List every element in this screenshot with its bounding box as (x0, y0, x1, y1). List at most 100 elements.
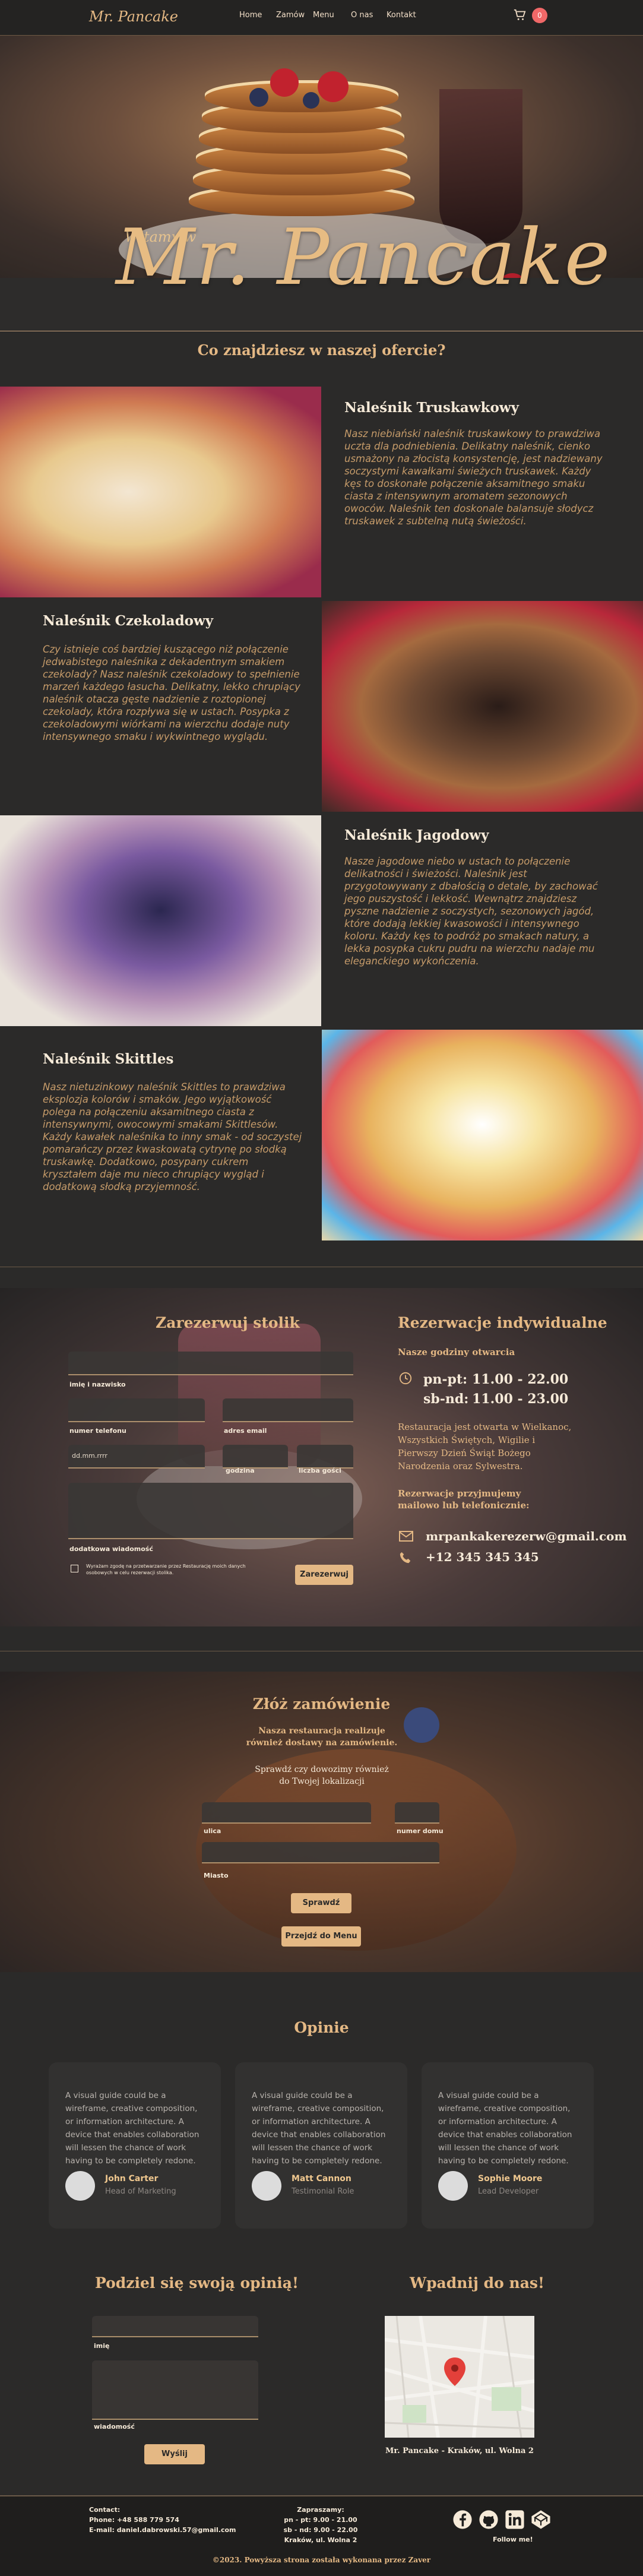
strawberry-decor (318, 71, 349, 102)
visit-us-title: Wpadnij do nas! (410, 2274, 544, 2292)
reservation-phone[interactable]: +12 345 345 345 (426, 1550, 539, 1564)
guests-label: liczba gości (299, 1467, 341, 1474)
cart-count-badge[interactable]: 0 (532, 8, 547, 23)
order-subtitle: Nasza restauracja realizuje również dost… (246, 1726, 398, 1748)
guests-input[interactable] (297, 1445, 353, 1469)
time-input[interactable] (223, 1445, 288, 1469)
chocolate-pancake-image (322, 601, 643, 812)
offer-item-text: Nasz nietuzinkowy naleśnik Skittles to p… (43, 1081, 302, 1192)
offer-title: Co znajdziesz w naszej ofercie? (197, 341, 446, 359)
hours-time: 11.00 - 23.00 (472, 1391, 569, 1407)
email-input[interactable] (223, 1398, 353, 1422)
opinions-title: Opinie (294, 2019, 349, 2036)
name-label: imię i nazwisko (69, 1381, 126, 1388)
time-label: godzina (226, 1467, 255, 1474)
reservation-email[interactable]: mrpankakerezerw@gmail.com (426, 1529, 627, 1543)
hours-time: 11.00 - 22.00 (472, 1372, 569, 1387)
email-label: adres email (224, 1427, 267, 1435)
footer-phone[interactable]: Phone: +48 588 779 574 (89, 2515, 236, 2525)
contact-intro: Rezerwacje przyjmujemy mailowo lub telef… (398, 1488, 530, 1511)
offer-item-text: Czy istnieje coś bardziej kuszącego niż … (43, 644, 300, 742)
reserve-button[interactable]: Zarezerwuj (295, 1565, 353, 1585)
hero-title: Mr. Pancake (116, 212, 612, 302)
testimonial-text: A visual guide could be a wireframe, cre… (252, 2091, 386, 2166)
cart-icon[interactable] (513, 8, 526, 21)
individual-reservations-title: Rezerwacje indywidualne (398, 1314, 607, 1331)
linkedin-icon[interactable] (505, 2509, 525, 2530)
opinion-name-input[interactable] (92, 2316, 258, 2337)
avatar (65, 2171, 95, 2201)
testimonial-name: Sophie Moore (478, 2174, 543, 2183)
street-input[interactable] (202, 1802, 371, 1824)
footer-invite-title: Zapraszamy: (297, 2506, 344, 2514)
github-icon[interactable] (479, 2509, 499, 2530)
offer-item-title: Naleśnik Skittles (43, 1051, 174, 1067)
footer: Contact: Phone: +48 588 779 574 E-mail: … (0, 2495, 643, 2576)
mail-icon (399, 1531, 413, 1542)
nav-link-about[interactable]: O nas (351, 11, 373, 20)
testimonial-name: Matt Cannon (292, 2174, 351, 2183)
top-nav: Mr. Pancake Home Zamów Menu O nas Kontak… (0, 0, 643, 36)
house-number-label: numer domu (397, 1827, 444, 1835)
nav-link-order[interactable]: Zamów (276, 11, 305, 20)
testimonial-role: Head of Marketing (105, 2187, 176, 2196)
offer-item-text: Nasze jagodowe niebo w ustach to połącze… (344, 856, 598, 967)
offer-item-title: Naleśnik Czekoladowy (43, 613, 214, 629)
nav-link-contact[interactable]: Kontakt (387, 11, 416, 20)
order-check-text: Sprawdź czy dowozimy również do Twojej l… (255, 1765, 389, 1786)
facebook-icon[interactable] (452, 2509, 473, 2530)
testimonial-name: John Carter (105, 2174, 159, 2183)
avatar (438, 2171, 468, 2201)
hours-days: pn-pt: (423, 1372, 468, 1387)
opinion-message-label: wiadomość (94, 2423, 135, 2431)
holiday-note: Restauracja jest otwarta w Wielkanoc, Ws… (398, 1422, 572, 1471)
footer-address: Kraków, ul. Wolna 2 (284, 2536, 357, 2544)
footer-contact: Contact: Phone: +48 588 779 574 E-mail: … (89, 2505, 236, 2535)
nav-link-menu[interactable]: Menu (313, 11, 334, 20)
footer-email[interactable]: E-mail: daniel.dabrowski.57@gmail.com (89, 2525, 236, 2535)
testimonial-card: A visual guide could be a wireframe, cre… (49, 2062, 221, 2229)
opinion-name-label: imię (94, 2342, 110, 2350)
pancake-layer (205, 80, 398, 112)
go-to-menu-button[interactable]: Przejdź do Menu (281, 1926, 361, 1947)
location-map[interactable] (385, 2316, 534, 2438)
blueberry-decor (249, 88, 268, 107)
phone-icon (400, 1552, 411, 1564)
footer-hours-weekend: sb - nd: 9.00 - 22.00 (283, 2526, 358, 2534)
date-placeholder: dd.mm.rrrr (72, 1452, 107, 1460)
map-roads (385, 2316, 534, 2438)
testimonial-role: Testimonial Role (292, 2187, 354, 2196)
strawberry-decor (270, 68, 299, 97)
footer-contact-title: Contact: (89, 2506, 121, 2514)
house-number-input[interactable] (395, 1802, 439, 1824)
footer-hours: Zapraszamy: pn - pt: 9.00 - 21.00 sb - n… (279, 2505, 362, 2545)
city-input[interactable] (202, 1842, 439, 1863)
page: Mr. Pancake Home Zamów Menu O nas Kontak… (0, 0, 643, 2576)
hours-days: sb-nd: (423, 1391, 469, 1407)
testimonial-card: A visual guide could be a wireframe, cre… (422, 2062, 594, 2229)
testimonial-card: A visual guide could be a wireframe, cre… (235, 2062, 407, 2229)
footer-hours-weekday: pn - pt: 9.00 - 21.00 (284, 2516, 357, 2524)
testimonial-text: A visual guide could be a wireframe, cre… (438, 2091, 572, 2166)
clock-icon (399, 1372, 412, 1385)
street-label: ulica (204, 1827, 221, 1835)
avatar (252, 2171, 281, 2201)
order-title: Złóż zamówienie (252, 1695, 391, 1713)
codepen-icon[interactable] (531, 2509, 551, 2530)
check-button[interactable]: Sprawdź (291, 1893, 351, 1913)
nav-link-home[interactable]: Home (239, 11, 262, 20)
offer-item-title: Naleśnik Jagodowy (344, 827, 489, 843)
consent-checkbox[interactable] (71, 1565, 78, 1572)
name-input[interactable] (68, 1352, 353, 1375)
consent-text: Wyrażam zgodę na przetwarzanie przez Res… (86, 1564, 246, 1575)
testimonial-role: Lead Developer (478, 2187, 539, 2196)
nav-logo[interactable]: Mr. Pancake (89, 8, 178, 25)
date-input[interactable]: dd.mm.rrrr (68, 1445, 205, 1469)
phone-input[interactable] (68, 1398, 205, 1422)
blueberry-pancake-image (0, 815, 321, 1026)
share-opinion-title: Podziel się swoją opinią! (95, 2274, 299, 2292)
message-textarea[interactable] (68, 1483, 353, 1539)
footer-copyright: ©2023. Powyższa strona została wykonana … (212, 2556, 431, 2564)
send-opinion-button[interactable]: Wyślij (144, 2444, 205, 2464)
opinion-message-textarea[interactable] (92, 2360, 258, 2420)
